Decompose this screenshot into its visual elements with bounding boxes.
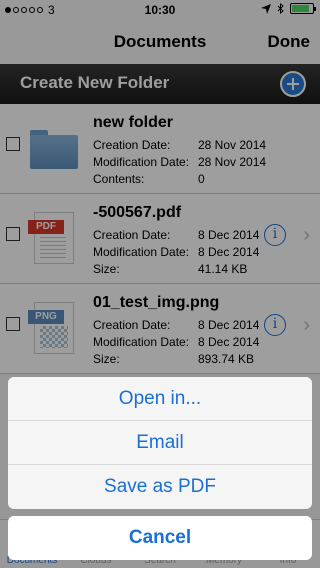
cancel-button[interactable]: Cancel [8, 516, 312, 560]
save-as-pdf-button[interactable]: Save as PDF [8, 465, 312, 509]
action-sheet: Open in... Email Save as PDF [8, 377, 312, 509]
open-in-button[interactable]: Open in... [8, 377, 312, 421]
email-button[interactable]: Email [8, 421, 312, 465]
